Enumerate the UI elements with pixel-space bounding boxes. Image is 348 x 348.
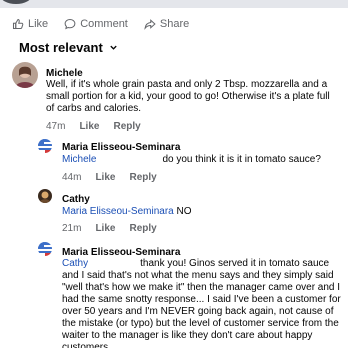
thumbs-up-icon: [12, 18, 24, 30]
mention-link[interactable]: Maria Elisseou-Seminara: [62, 206, 174, 217]
redaction: [96, 154, 163, 165]
comment-icon: [64, 18, 76, 30]
share-icon: [144, 19, 156, 30]
sort-label: Most relevant: [19, 40, 103, 55]
avatar[interactable]: [38, 242, 52, 256]
comment-timestamp: 47m: [46, 121, 66, 132]
comment-meta: 21m Like Reply: [62, 223, 157, 234]
comment-button[interactable]: Comment: [64, 18, 128, 30]
comment-text: Maria Elisseou-Seminara NO: [62, 206, 342, 218]
like-link[interactable]: Like: [95, 223, 115, 234]
reply-link[interactable]: Reply: [129, 172, 156, 183]
avatar[interactable]: [38, 139, 52, 153]
chevron-down-icon: [110, 45, 117, 50]
comment-text: Well, if it's whole grain pasta and only…: [46, 79, 330, 114]
top-strip: [0, 0, 348, 8]
comment-body: thank you! Ginos served it in tomato sau…: [62, 258, 341, 348]
comment-label: Comment: [80, 18, 128, 30]
avatar[interactable]: [38, 189, 52, 203]
avatar: [0, 0, 32, 4]
share-label: Share: [159, 18, 190, 30]
comment-meta: 47m Like Reply: [46, 121, 141, 132]
commenter-name[interactable]: Cathy: [62, 194, 90, 205]
avatar-photo-icon: [12, 62, 38, 88]
avatar-photo-icon: [38, 189, 52, 203]
like-button[interactable]: Like: [12, 18, 48, 30]
comment-body: NO: [176, 206, 192, 217]
comment-item: Maria Elisseou-Seminara Michele do you th…: [0, 138, 348, 188]
sort-dropdown[interactable]: Most relevant: [19, 40, 118, 55]
comment-item: Michele Well, if it's whole grain pasta …: [0, 60, 348, 135]
comment-meta: 44m Like Reply: [62, 172, 157, 183]
comment-timestamp: 44m: [62, 172, 82, 183]
avatar[interactable]: [12, 62, 38, 88]
comment-text: Michele do you think it is it in tomato s…: [62, 154, 342, 166]
comment-timestamp: 21m: [62, 223, 82, 234]
like-link[interactable]: Like: [79, 121, 99, 132]
reply-link[interactable]: Reply: [113, 121, 140, 132]
like-label: Like: [28, 18, 49, 30]
commenter-name[interactable]: Maria Elisseou-Seminara: [62, 247, 180, 258]
post-actions-bar: Like Comment Share: [12, 16, 205, 32]
comment-body: do you think it is it in tomato sauce?: [162, 154, 321, 165]
comment-item: Cathy Maria Elisseou-Seminara NO 21m Lik…: [0, 188, 348, 238]
flag-avatar-icon: [38, 139, 52, 153]
commenter-name[interactable]: Maria Elisseou-Seminara: [62, 142, 180, 153]
reply-link[interactable]: Reply: [129, 223, 156, 234]
comment-item: Maria Elisseou-Seminara Cathy thank you! …: [0, 238, 348, 348]
commenter-name[interactable]: Michele: [46, 68, 83, 79]
like-link[interactable]: Like: [95, 172, 115, 183]
comment-text: Cathy thank you! Ginos served it in tomat…: [62, 258, 342, 348]
share-button[interactable]: Share: [144, 18, 189, 30]
mention-link[interactable]: Cathy: [62, 258, 88, 269]
redaction: [88, 258, 141, 269]
mention-link[interactable]: Michele: [62, 154, 96, 165]
flag-avatar-icon: [38, 242, 52, 256]
